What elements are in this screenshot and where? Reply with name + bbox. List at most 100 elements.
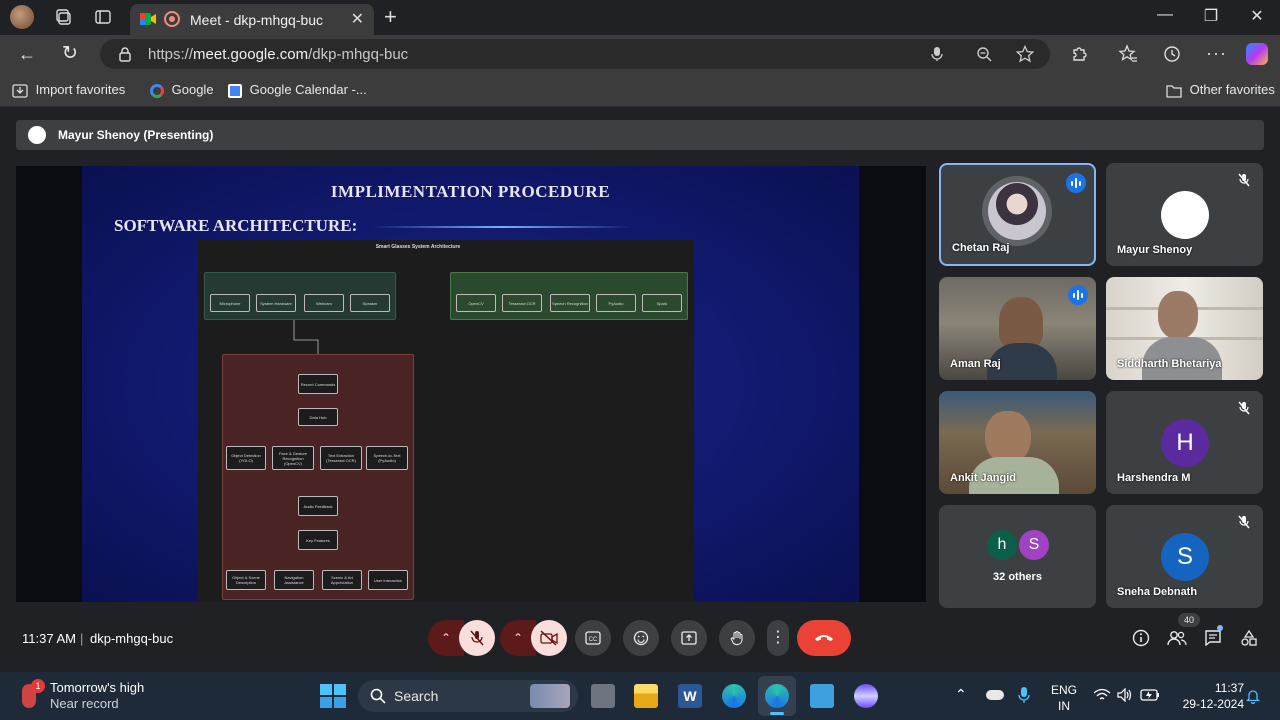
participant-tile[interactable]: Mayur Shenoy xyxy=(1106,163,1263,266)
edge-active-icon[interactable] xyxy=(765,684,789,708)
flow-box: Record Commands xyxy=(298,374,338,394)
extensions-icon[interactable] xyxy=(1070,45,1088,63)
slide: IMPLIMENTATION PROCEDURE SOFTWARE ARCHIT… xyxy=(82,166,859,602)
volume-icon[interactable] xyxy=(1117,688,1133,702)
close-window-button[interactable]: ✕ xyxy=(1242,6,1272,26)
star-icon[interactable] xyxy=(1016,45,1034,63)
speaking-indicator-icon xyxy=(1068,285,1088,305)
url-bar[interactable]: https://meet.google.com/dkp-mhgq-buc xyxy=(100,39,1050,69)
hand-icon xyxy=(730,630,743,646)
restore-button[interactable]: ❐ xyxy=(1196,6,1226,26)
notifications-bell-icon[interactable] xyxy=(1246,688,1260,704)
minimize-button[interactable]: — xyxy=(1150,6,1180,24)
more-menu-icon[interactable]: ··· xyxy=(1206,43,1227,64)
feature-box: Scenic & Art Appreciation xyxy=(322,570,362,590)
leave-call-button[interactable] xyxy=(797,620,851,656)
import-favorites-link[interactable]: Import favorites xyxy=(12,82,125,98)
participant-name: Siddharth Bhetariya xyxy=(1117,358,1222,370)
chat-icon[interactable] xyxy=(1204,629,1222,647)
start-button[interactable] xyxy=(320,684,346,708)
others-count-label: 32 others xyxy=(993,571,1042,583)
video-feed xyxy=(999,297,1043,349)
other-favorites-link[interactable]: Other favorites xyxy=(1166,82,1275,98)
taskbar-search[interactable]: Search xyxy=(358,680,578,712)
participant-tile[interactable]: Ankit Jangid xyxy=(939,391,1096,494)
google-calendar-label: Google Calendar -... xyxy=(249,82,367,97)
microphone-tray-icon[interactable] xyxy=(1018,686,1030,704)
reactions-button[interactable] xyxy=(623,620,659,656)
copilot-icon[interactable] xyxy=(1246,43,1268,65)
word-icon[interactable]: W xyxy=(678,684,702,708)
presentation-stage[interactable]: IMPLIMENTATION PROCEDURE SOFTWARE ARCHIT… xyxy=(16,166,926,602)
camera-toggle-button[interactable] xyxy=(531,620,567,656)
meeting-details-icon[interactable] xyxy=(1132,629,1150,647)
url-text: https://meet.google.com/dkp-mhgq-buc xyxy=(148,46,409,63)
search-icon xyxy=(370,688,386,704)
weather-line1[interactable]: Tomorrow's high xyxy=(50,680,144,695)
flow-box: Data Hub xyxy=(298,408,338,426)
raise-hand-button[interactable] xyxy=(719,620,755,656)
participant-tile[interactable]: S Sneha Debnath xyxy=(1106,505,1263,608)
flow-box: Audio Feedback xyxy=(298,496,338,516)
participant-name: Sneha Debnath xyxy=(1117,586,1198,598)
process-box: Text Extraction (Tesseract OCR) xyxy=(320,446,362,470)
video-feed xyxy=(985,411,1031,463)
participant-tile[interactable]: Aman Raj xyxy=(939,277,1096,380)
tab-meet[interactable]: Meet - dkp-mhgq-buc ✕ xyxy=(130,4,374,35)
captions-button[interactable]: CC xyxy=(575,620,611,656)
mic-toggle-button[interactable] xyxy=(459,620,495,656)
clock-time: 11:37 xyxy=(1214,681,1244,695)
slide-title: IMPLIMENTATION PROCEDURE xyxy=(330,182,611,201)
avatar: S xyxy=(1161,533,1209,581)
participant-name: Ankit Jangid xyxy=(950,472,1017,484)
google-link[interactable]: Google xyxy=(150,82,214,98)
show-hidden-icons-icon[interactable]: ⌃ xyxy=(955,686,967,703)
weather-line2[interactable]: Near record xyxy=(50,696,119,711)
tab-actions-icon[interactable] xyxy=(95,9,111,25)
system-clock[interactable]: 11:37 29-12-2024 xyxy=(1166,680,1244,712)
google-label: Google xyxy=(171,82,214,97)
flow-box: Key Features xyxy=(298,530,338,550)
notepad-icon[interactable] xyxy=(810,684,834,708)
close-tab-icon[interactable]: ✕ xyxy=(351,9,364,29)
history-icon[interactable] xyxy=(1162,44,1182,64)
file-explorer-icon[interactable] xyxy=(634,684,658,708)
favorites-bar: Import favorites Google Google Calendar … xyxy=(0,73,1280,107)
mic-icon[interactable] xyxy=(930,46,944,62)
app-icon[interactable] xyxy=(854,684,878,708)
calendar-icon xyxy=(228,83,242,98)
participant-tile[interactable]: H Harshendra M xyxy=(1106,391,1263,494)
people-icon[interactable] xyxy=(1167,629,1187,647)
participant-tile[interactable]: Siddharth Bhetariya xyxy=(1106,277,1263,380)
favorites-icon[interactable] xyxy=(1118,44,1138,64)
edge-icon[interactable] xyxy=(722,684,746,708)
language-indicator[interactable]: ENG IN xyxy=(1050,682,1078,714)
battery-icon[interactable] xyxy=(1140,688,1160,702)
search-placeholder: Search xyxy=(394,688,439,704)
google-calendar-link[interactable]: Google Calendar -... xyxy=(228,82,367,98)
emoji-icon xyxy=(633,630,649,646)
slide-divider xyxy=(372,226,632,228)
presenter-label: Mayur Shenoy (Presenting) xyxy=(58,128,214,142)
more-options-button[interactable]: ⋮ xyxy=(767,620,789,656)
task-view-icon[interactable] xyxy=(591,684,615,708)
back-button[interactable]: ← xyxy=(18,44,36,65)
slide-subtitle: SOFTWARE ARCHITECTURE: xyxy=(114,216,358,235)
refresh-button[interactable]: ↻ xyxy=(62,42,78,65)
captions-icon: CC xyxy=(585,631,601,645)
profile-avatar[interactable] xyxy=(10,5,34,29)
chat-notification-dot xyxy=(1217,625,1223,631)
new-tab-button[interactable]: + xyxy=(384,4,397,30)
onedrive-icon[interactable] xyxy=(986,690,1004,700)
avatar-initial: S xyxy=(1176,543,1193,570)
avatar-initial: H xyxy=(1176,429,1194,456)
chevron-up-icon: ⌃ xyxy=(512,631,524,645)
wifi-icon[interactable] xyxy=(1093,688,1111,702)
present-button[interactable] xyxy=(671,620,707,656)
workspaces-icon[interactable] xyxy=(54,8,72,26)
site-info-icon[interactable] xyxy=(118,46,132,62)
activities-icon[interactable] xyxy=(1240,629,1258,647)
others-tile[interactable]: h S 32 others xyxy=(939,505,1096,608)
participant-tile[interactable]: Chetan Raj xyxy=(939,163,1096,266)
zoom-icon[interactable] xyxy=(976,46,992,62)
